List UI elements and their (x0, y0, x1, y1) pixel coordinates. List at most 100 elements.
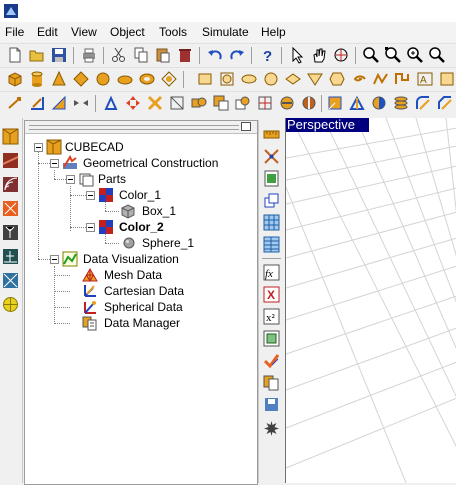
menu-help[interactable]: Help (261, 24, 286, 40)
ellipsoid-primitive-icon[interactable] (116, 70, 134, 88)
stretch-icon[interactable] (168, 94, 186, 112)
delete-icon[interactable] (176, 46, 194, 64)
menu-file[interactable]: File (5, 24, 24, 40)
sweep-icon[interactable] (370, 94, 388, 112)
open-folder-icon[interactable] (28, 46, 46, 64)
panel-dock-button[interactable] (241, 122, 251, 131)
loft-icon[interactable] (392, 94, 410, 112)
redo-icon[interactable] (228, 46, 246, 64)
distance-icon[interactable] (263, 148, 280, 165)
antenna-icon[interactable] (2, 224, 19, 241)
chamfer-icon[interactable] (436, 94, 454, 112)
cut-icon[interactable] (110, 46, 128, 64)
settings-gear-icon[interactable] (263, 420, 280, 437)
scale-icon[interactable] (50, 94, 68, 112)
new-file-icon[interactable] (6, 46, 24, 64)
tree-node-color-2[interactable]: Color_2 (25, 219, 255, 235)
box-primitive-icon[interactable] (6, 70, 24, 88)
tree-node-mesh-data[interactable]: Mesh Data (25, 267, 255, 283)
tree-node-cubecad[interactable]: CUBECAD (25, 139, 255, 155)
explode-icon[interactable] (300, 94, 318, 112)
torus-primitive-icon[interactable] (138, 70, 156, 88)
tree-node-spherical-data[interactable]: Spherical Data (25, 299, 255, 315)
curve-primitive-icon[interactable] (394, 70, 412, 88)
perspective-viewport[interactable]: Perspective (285, 118, 456, 483)
undo-icon[interactable] (206, 46, 224, 64)
menu-edit[interactable]: Edit (37, 24, 58, 40)
sphere-primitive-icon[interactable] (94, 70, 112, 88)
collapse-toggle[interactable] (66, 175, 75, 184)
array-icon[interactable] (102, 94, 120, 112)
wave-source-icon[interactable] (2, 176, 19, 193)
mirror-icon[interactable] (72, 94, 90, 112)
move-icon[interactable] (124, 94, 142, 112)
field-monitor-icon[interactable] (2, 272, 19, 289)
save-icon[interactable] (50, 46, 68, 64)
tree-node-parts[interactable]: Parts (25, 171, 255, 187)
report-icon[interactable] (263, 374, 280, 391)
split-icon[interactable] (256, 94, 274, 112)
spiral-primitive-icon[interactable] (350, 70, 368, 88)
print-icon[interactable] (80, 46, 98, 64)
port-icon[interactable] (2, 200, 19, 217)
subtract-icon[interactable] (212, 94, 230, 112)
triangle-primitive-icon[interactable] (306, 70, 324, 88)
collapse-toggle[interactable] (50, 159, 59, 168)
zoom-icon[interactable] (362, 46, 380, 64)
collapse-toggle[interactable] (86, 223, 95, 232)
square-function-icon[interactable]: x² (263, 308, 280, 325)
zoom-window-icon[interactable] (384, 46, 402, 64)
ruler-icon[interactable] (263, 126, 280, 143)
align-icon[interactable] (146, 94, 164, 112)
circle-primitive-icon[interactable] (218, 70, 236, 88)
translate-icon[interactable] (6, 94, 24, 112)
help-icon[interactable]: ? (258, 46, 276, 64)
grid-icon[interactable] (263, 214, 280, 231)
zoom-fit-icon[interactable] (406, 46, 424, 64)
extrude-icon[interactable] (326, 94, 344, 112)
union-icon[interactable] (190, 94, 208, 112)
fillet-icon[interactable] (414, 94, 432, 112)
rotate-icon[interactable] (28, 94, 46, 112)
copy-icon[interactable] (132, 46, 150, 64)
rotate-view-icon[interactable] (332, 46, 350, 64)
circle-outline-primitive-icon[interactable] (262, 70, 280, 88)
tree-node-data-visualization[interactable]: Data Visualization (25, 251, 255, 267)
document-save-icon[interactable] (263, 396, 280, 413)
collapse-toggle[interactable] (50, 255, 59, 264)
point-primitive-icon[interactable] (438, 70, 456, 88)
text-primitive-icon[interactable]: A (416, 70, 434, 88)
zoom-extents-icon[interactable] (428, 46, 446, 64)
collapse-toggle[interactable] (34, 143, 43, 152)
variable-x-icon[interactable]: X (263, 286, 280, 303)
properties-icon[interactable] (263, 170, 280, 187)
pan-hand-icon[interactable] (310, 46, 328, 64)
cylinder-primitive-icon[interactable] (28, 70, 46, 88)
table-icon[interactable] (263, 236, 280, 253)
function-icon[interactable]: fx (263, 264, 280, 281)
revolve-icon[interactable] (348, 94, 366, 112)
material-icon[interactable] (2, 152, 19, 169)
wedge-primitive-icon[interactable] (160, 70, 178, 88)
select-pointer-icon[interactable] (288, 46, 306, 64)
transform-icon[interactable] (263, 192, 280, 209)
probe-icon[interactable] (2, 248, 19, 265)
calculator-icon[interactable] (263, 330, 280, 347)
rectangle-primitive-icon[interactable] (196, 70, 214, 88)
ellipse-primitive-icon[interactable] (240, 70, 258, 88)
tree-node-data-manager[interactable]: Data Manager (25, 315, 255, 331)
tree-node-box-1[interactable]: Box_1 (25, 203, 255, 219)
sphere-monitor-icon[interactable] (2, 296, 19, 313)
polyline-primitive-icon[interactable] (372, 70, 390, 88)
polygon-primitive-icon[interactable] (284, 70, 302, 88)
pyramid-primitive-icon[interactable] (72, 70, 90, 88)
tree-node-geometrical-construction[interactable]: Geometrical Construction (25, 155, 255, 171)
cube-view-icon[interactable] (2, 128, 19, 145)
collapse-toggle[interactable] (86, 191, 95, 200)
check-icon[interactable] (263, 352, 280, 369)
intersect-icon[interactable] (234, 94, 252, 112)
tree-node-color-1[interactable]: Color_1 (25, 187, 255, 203)
menu-simulate[interactable]: Simulate (202, 24, 249, 40)
panel-grip[interactable] (29, 125, 239, 130)
menu-view[interactable]: View (71, 24, 97, 40)
